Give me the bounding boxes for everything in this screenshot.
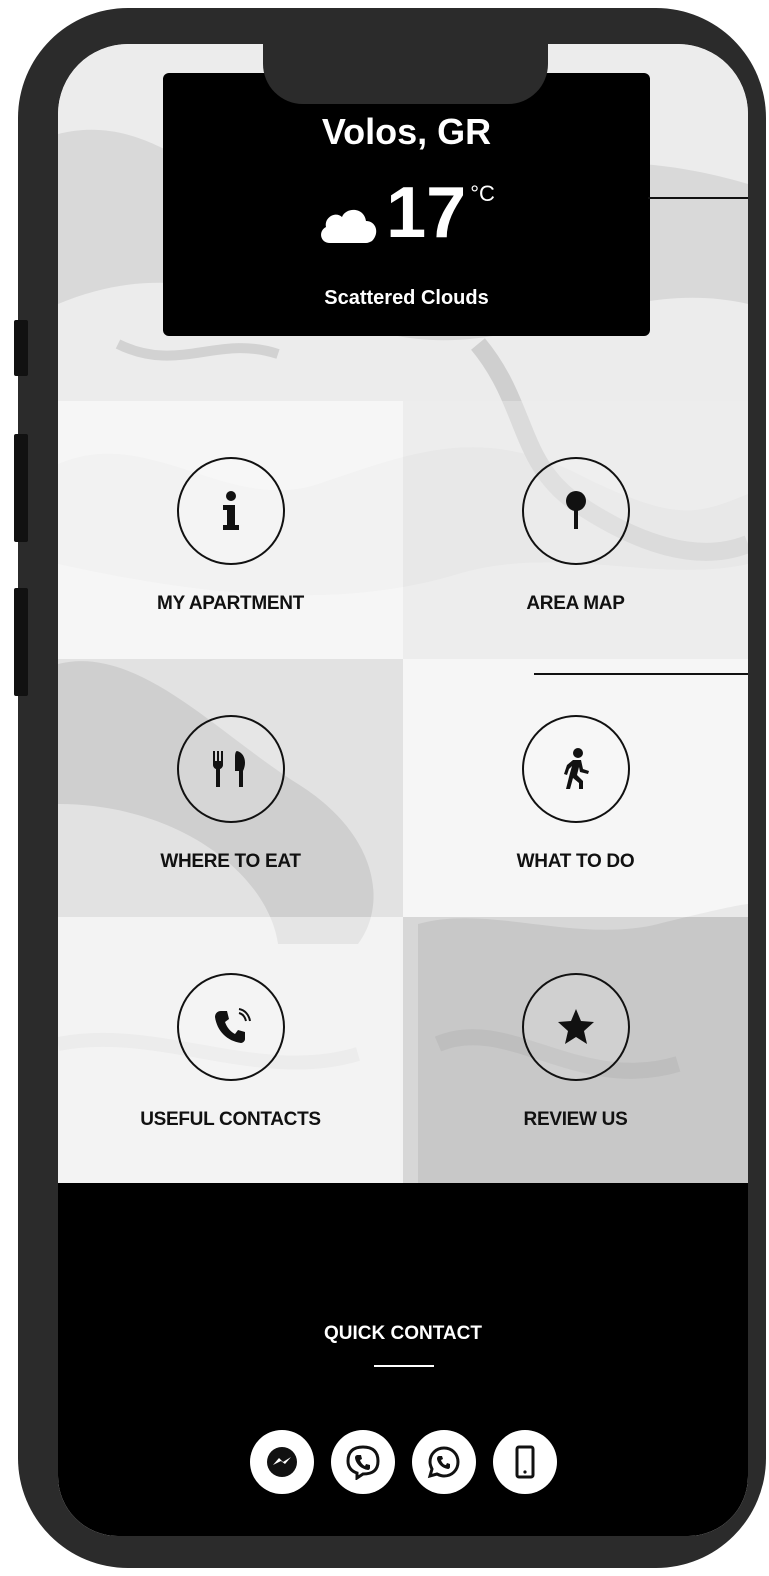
quick-contact-divider [374,1365,434,1367]
quick-contact-title: QUICK CONTACT [324,1323,482,1344]
decorative-line [648,197,748,199]
weather-widget: Volos, GR 17 °C Scattered Clouds [163,73,650,336]
menu-item-label: WHAT TO DO [516,851,635,872]
weather-unit: °C [470,181,495,206]
mobile-phone-button[interactable] [492,1430,557,1494]
weather-temperature: 17 [386,173,467,253]
menu-icon-circle [176,715,285,823]
menu-icon-circle [521,457,630,565]
menu-item-label: REVIEW US [523,1109,628,1130]
menu-item-label: MY APARTMENT [157,593,304,614]
weather-temperature-row: 17 °C [163,173,650,253]
viber-button[interactable] [330,1430,395,1494]
side-button-mute [14,320,28,376]
menu-icon-circle [176,973,285,1081]
cloud-icon [321,209,377,243]
side-button-volume-down [14,588,28,696]
decorative-line [534,673,748,675]
weather-city: Volos, GR [321,111,492,152]
menu-item-label: USEFUL CONTACTS [140,1109,321,1130]
whatsapp-icon [427,1446,460,1479]
phone-notch [263,44,548,104]
mobile-phone-icon [515,1445,534,1479]
phone-icon [214,1008,251,1043]
messenger-button[interactable] [249,1430,314,1494]
menu-item-area-map[interactable]: AREA MAP [403,401,748,659]
viber-icon [345,1445,380,1480]
app-screen: Volos, GR 17 °C Scattered Clouds MY APAR… [58,44,748,1536]
quick-contact-section: QUICK CONTACT [58,1183,748,1536]
map-pin-icon [565,491,586,529]
menu-item-review-us[interactable]: REVIEW US [403,917,748,1183]
menu-item-label: AREA MAP [526,593,625,614]
quick-contact-icons [58,1430,748,1494]
whatsapp-button[interactable] [411,1430,476,1494]
menu-item-label: WHERE TO EAT [160,851,301,872]
menu-icon-circle [176,457,285,565]
walking-person-icon [563,748,589,789]
side-button-volume-up [14,434,28,542]
menu-icon-circle [521,973,630,1081]
messenger-icon [266,1447,297,1477]
star-icon [557,1009,594,1044]
fork-knife-icon [212,751,245,787]
info-icon [222,491,239,530]
weather-description: Scattered Clouds [324,287,489,309]
menu-item-where-to-eat[interactable]: WHERE TO EAT [58,659,403,917]
menu-item-what-to-do[interactable]: WHAT TO DO [403,659,748,917]
menu-icon-circle [521,715,630,823]
menu-item-my-apartment[interactable]: MY APARTMENT [58,401,403,659]
menu-grid: MY APARTMENT AREA MAP WHERE TO EAT WHAT … [58,401,748,1183]
menu-item-useful-contacts[interactable]: USEFUL CONTACTS [58,917,403,1183]
